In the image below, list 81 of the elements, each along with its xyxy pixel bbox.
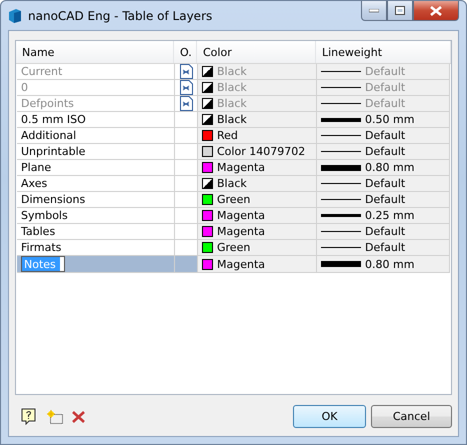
window-title: nanoCAD Eng - Table of Layers bbox=[28, 8, 212, 22]
owner-cell bbox=[175, 192, 198, 208]
lineweight-value: Default bbox=[365, 145, 406, 158]
layer-name-cell[interactable]: Additional bbox=[17, 128, 175, 144]
layer-name-cell[interactable]: Firmats bbox=[17, 240, 175, 256]
lineweight-cell[interactable]: 0.80 mm bbox=[317, 160, 450, 176]
lineweight-cell[interactable]: Default bbox=[317, 240, 450, 256]
owner-cell bbox=[175, 144, 198, 160]
help-icon[interactable] bbox=[21, 408, 37, 425]
lineweight-cell[interactable]: Default bbox=[317, 192, 450, 208]
color-name: Black bbox=[217, 97, 247, 110]
delete-icon[interactable] bbox=[72, 410, 85, 422]
lineweight-value: Default bbox=[365, 225, 406, 238]
maximize-button[interactable] bbox=[387, 1, 413, 21]
color-name: Magenta bbox=[217, 258, 266, 270]
lineweight-cell[interactable]: Default bbox=[317, 144, 450, 160]
color-name: Black bbox=[217, 113, 247, 126]
color-name: Magenta bbox=[217, 225, 266, 238]
owner-cell bbox=[175, 176, 198, 192]
ok-button[interactable]: OK bbox=[293, 405, 366, 428]
color-cell[interactable]: Black bbox=[198, 176, 317, 192]
color-name: Green bbox=[217, 241, 250, 254]
column-header[interactable]: Color bbox=[197, 41, 316, 63]
minimize-icon bbox=[369, 8, 379, 12]
color-name: Black bbox=[217, 65, 247, 78]
color-cell[interactable]: Green bbox=[198, 192, 317, 208]
new-layer-icon[interactable] bbox=[47, 410, 63, 424]
color-cell[interactable]: Magenta bbox=[198, 256, 317, 273]
lineweight-cell[interactable]: Default bbox=[317, 128, 450, 144]
color-name: Green bbox=[217, 193, 250, 206]
color-name: Color 14079702 bbox=[217, 145, 306, 158]
lineweight-value: 0.80 mm bbox=[365, 258, 414, 270]
layer-name-cell[interactable]: Axes bbox=[17, 176, 175, 192]
lineweight-cell[interactable]: 0.50 mm bbox=[317, 112, 450, 128]
lineweight-cell[interactable]: Default bbox=[317, 176, 450, 192]
owner-cell bbox=[175, 208, 198, 224]
color-cell[interactable]: Red bbox=[198, 128, 317, 144]
close-icon bbox=[430, 6, 442, 16]
layer-name-cell[interactable]: Unprintable bbox=[17, 144, 175, 160]
color-cell[interactable]: Magenta bbox=[198, 224, 317, 240]
color-name: Black bbox=[217, 81, 247, 94]
owner-cell bbox=[175, 240, 198, 256]
column-header[interactable]: Lineweight bbox=[316, 41, 451, 63]
lineweight-value: 0.25 mm bbox=[365, 209, 414, 222]
color-name: Black bbox=[217, 177, 247, 190]
layer-name-cell[interactable]: Plane bbox=[17, 160, 175, 176]
minimize-button[interactable] bbox=[361, 1, 387, 21]
layer-name-cell[interactable]: Symbols bbox=[17, 208, 175, 224]
lineweight-value: 0.50 mm bbox=[365, 113, 414, 126]
owner-cell bbox=[175, 160, 198, 176]
maximize-icon bbox=[395, 6, 405, 15]
color-cell[interactable]: Green bbox=[198, 240, 317, 256]
app-logo-icon bbox=[8, 8, 22, 24]
lineweight-value: Default bbox=[365, 177, 406, 190]
layer-name-cell[interactable]: Tables bbox=[17, 224, 175, 240]
color-name: Magenta bbox=[217, 161, 266, 174]
owner-cell bbox=[175, 256, 198, 273]
lineweight-value: Default bbox=[365, 241, 406, 254]
lineweight-cell[interactable]: 0.25 mm bbox=[317, 208, 450, 224]
lineweight-value: Default bbox=[365, 97, 406, 110]
close-button[interactable] bbox=[413, 1, 459, 21]
lineweight-value: Default bbox=[365, 193, 406, 206]
color-cell[interactable]: Color 14079702 bbox=[198, 144, 317, 160]
lineweight-value: 0.80 mm bbox=[365, 161, 414, 174]
owner-cell bbox=[175, 128, 198, 144]
lineweight-value: Default bbox=[365, 65, 406, 78]
layer-name-cell[interactable]: Dimensions bbox=[17, 192, 175, 208]
color-name: Magenta bbox=[217, 209, 266, 222]
lineweight-cell[interactable]: Default bbox=[317, 224, 450, 240]
lineweight-value: Default bbox=[365, 81, 406, 94]
lineweight-cell[interactable]: 0.80 mm bbox=[317, 256, 450, 273]
cancel-button[interactable]: Cancel bbox=[371, 405, 452, 428]
lineweight-value: Default bbox=[365, 129, 406, 142]
layer-name-cell[interactable]: 0.5 mm ISO bbox=[17, 112, 175, 128]
color-cell[interactable]: Magenta bbox=[198, 208, 317, 224]
column-header[interactable]: Name bbox=[16, 41, 174, 63]
owner-cell bbox=[175, 224, 198, 240]
column-header[interactable]: O. bbox=[174, 41, 197, 63]
color-cell[interactable]: Black bbox=[198, 112, 317, 128]
color-name: Red bbox=[217, 129, 238, 142]
color-cell[interactable]: Magenta bbox=[198, 160, 317, 176]
